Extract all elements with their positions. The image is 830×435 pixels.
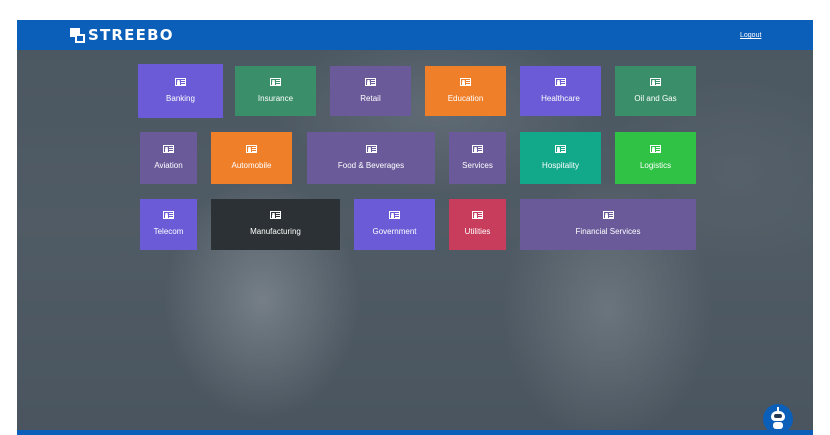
tile-healthcare[interactable]: Healthcare	[520, 66, 601, 116]
tile-label: Utilities	[464, 227, 491, 236]
id-card-icon	[163, 211, 174, 219]
logout-link[interactable]: Logout	[740, 32, 761, 39]
tile-label: Services	[462, 160, 493, 170]
tile-label: Banking	[166, 93, 195, 103]
tile-hospitality[interactable]: Hospitality	[520, 132, 601, 184]
tile-government[interactable]: Government	[354, 199, 435, 250]
id-card-icon	[175, 77, 186, 86]
tile-label: Manufacturing	[250, 227, 301, 236]
tile-food-and-beverages[interactable]: Food & Beverages	[307, 132, 435, 184]
tile-label: Education	[447, 93, 484, 103]
tile-label: Insurance	[257, 93, 294, 103]
tile-automobile[interactable]: Automobile	[211, 132, 292, 184]
tile-utilities[interactable]: Utilities	[449, 199, 506, 250]
id-card-icon	[602, 211, 614, 219]
tile-label: Hospitality	[542, 160, 579, 170]
tile-oil-and-gas[interactable]: Oil and Gas	[615, 66, 696, 116]
tile-label: Healthcare	[541, 93, 580, 103]
tile-label: Food & Beverages	[337, 160, 405, 170]
id-card-icon	[460, 77, 471, 86]
id-card-icon	[270, 77, 281, 86]
tile-insurance[interactable]: Insurance	[235, 66, 316, 116]
tile-label: Logistics	[639, 160, 672, 170]
bottom-bar	[17, 430, 813, 435]
id-card-icon	[163, 144, 174, 153]
top-bar: STREEBO Logout	[17, 20, 813, 50]
tile-label: Government	[372, 227, 417, 236]
id-card-icon	[472, 144, 483, 153]
tile-aviation[interactable]: Aviation	[140, 132, 197, 184]
id-card-icon	[270, 211, 281, 219]
id-card-icon	[555, 144, 566, 153]
tile-label: Automobile	[231, 160, 272, 170]
id-card-icon	[472, 211, 483, 219]
tile-label: Retail	[360, 93, 381, 103]
tile-label: Financial Services	[575, 227, 641, 236]
tile-label: Oil and Gas	[634, 93, 677, 103]
tile-banking[interactable]: Banking	[138, 64, 223, 118]
brand-logo[interactable]: STREEBO	[70, 26, 174, 44]
tile-logistics[interactable]: Logistics	[615, 132, 696, 184]
logo-mark-icon	[70, 27, 85, 43]
id-card-icon	[365, 144, 377, 153]
logo-text: STREEBO	[88, 26, 174, 44]
app-window: STREEBO Logout Banking Insurance Retail …	[17, 20, 813, 435]
tile-services[interactable]: Services	[449, 132, 506, 184]
tile-telecom[interactable]: Telecom	[140, 199, 197, 250]
id-card-icon	[555, 77, 566, 86]
id-card-icon	[389, 211, 400, 219]
chatbot-icon[interactable]	[763, 404, 793, 434]
tile-label: Telecom	[153, 227, 184, 236]
id-card-icon	[246, 144, 257, 153]
id-card-icon	[365, 77, 376, 86]
tile-label: Aviation	[154, 160, 183, 170]
tile-manufacturing[interactable]: Manufacturing	[211, 199, 340, 250]
tile-education[interactable]: Education	[425, 66, 506, 116]
id-card-icon	[650, 144, 661, 153]
tile-retail[interactable]: Retail	[330, 66, 411, 116]
tile-financial-services[interactable]: Financial Services	[520, 199, 696, 250]
id-card-icon	[650, 77, 661, 86]
